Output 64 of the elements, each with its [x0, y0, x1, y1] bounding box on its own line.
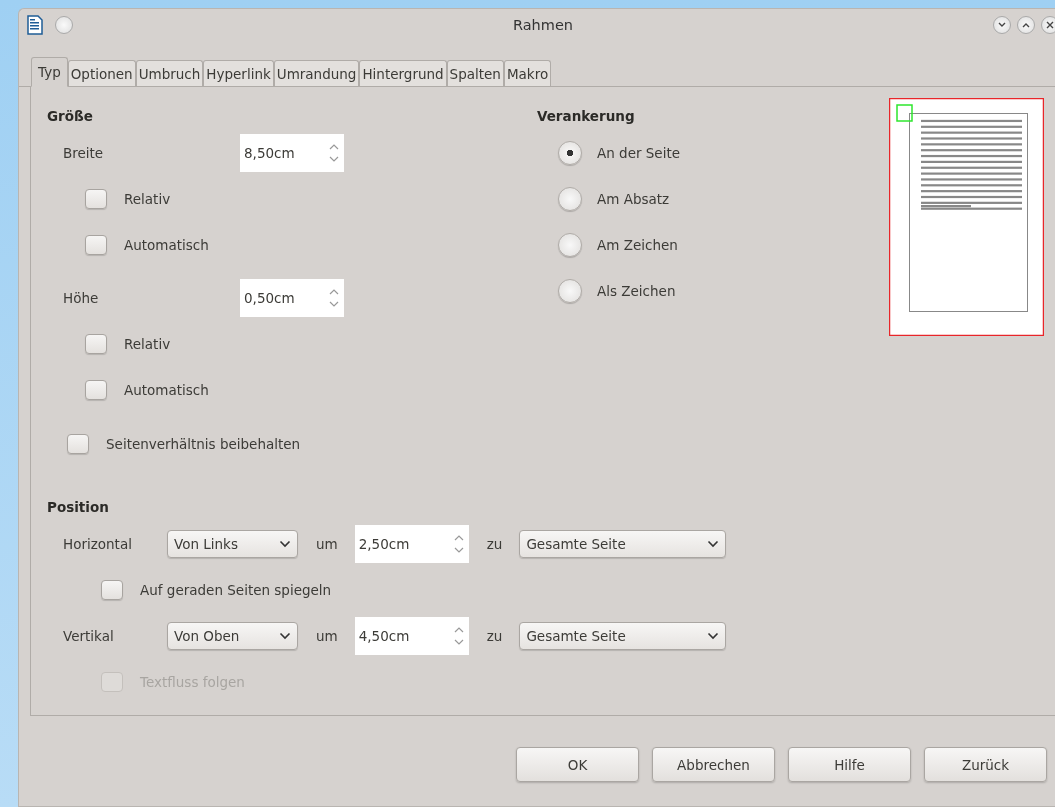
field-label: um — [316, 536, 338, 552]
caret-icon — [279, 632, 291, 640]
checkbox[interactable] — [85, 235, 107, 255]
minimize-button[interactable] — [993, 16, 1011, 34]
dropdown[interactable]: Gesamte Seite — [519, 530, 727, 558]
window-menu-button[interactable] — [55, 16, 73, 34]
document-icon — [27, 15, 43, 35]
chevron-up-icon — [1022, 22, 1030, 28]
tab[interactable]: Hintergrund — [359, 60, 447, 86]
checkbox[interactable] — [101, 580, 123, 600]
section-heading: Größe — [47, 107, 94, 126]
tab[interactable]: Hyperlink — [203, 60, 274, 86]
section-heading: Verankerung — [537, 107, 636, 126]
spin-field[interactable]: 0,50cm — [240, 279, 344, 317]
dropdown[interactable]: Von Links — [167, 530, 298, 558]
caret-icon — [707, 540, 720, 548]
close-icon — [1046, 21, 1054, 29]
field-label: Vertikal — [63, 628, 115, 644]
checkbox[interactable] — [85, 189, 107, 209]
spin-field[interactable]: 4,50cm — [354, 617, 469, 655]
chevron-down-icon — [998, 22, 1006, 28]
tab[interactable]: Umrandung — [273, 60, 360, 86]
dialog-button[interactable]: Abbrechen — [652, 747, 775, 782]
spin-field[interactable]: 8,50cm — [240, 134, 344, 172]
checkbox[interactable] — [85, 380, 107, 400]
checkbox-label: Relativ — [124, 336, 171, 352]
radio-label: Am Zeichen — [597, 237, 678, 253]
maximize-button[interactable] — [1017, 16, 1035, 34]
dialog-button[interactable]: Zurück — [924, 747, 1047, 782]
field-label: zu — [486, 536, 503, 552]
field-label: um — [316, 628, 338, 644]
caret-icon — [279, 540, 291, 548]
checkbox-label: Seitenverhältnis beibehalten — [106, 436, 301, 452]
tab[interactable]: Makro — [503, 60, 552, 86]
radio-button[interactable] — [558, 141, 582, 165]
spin-field[interactable]: 2,50cm — [354, 525, 469, 563]
radio-label: Am Absatz — [597, 191, 670, 207]
radio-button[interactable] — [558, 233, 582, 257]
dialog-button[interactable]: OK — [516, 747, 639, 782]
tab[interactable]: Typ — [31, 57, 68, 87]
close-button[interactable] — [1041, 16, 1055, 34]
radio-button[interactable] — [558, 187, 582, 211]
tab[interactable]: Umbruch — [135, 60, 204, 86]
section-heading: Position — [47, 498, 110, 517]
checkbox[interactable] — [85, 334, 107, 354]
radio-label: Als Zeichen — [597, 283, 676, 299]
radio-button[interactable] — [558, 279, 582, 303]
checkbox-label: Automatisch — [124, 237, 209, 253]
field-label: zu — [486, 628, 503, 644]
field-label: Horizontal — [63, 536, 133, 552]
field-label: Breite — [63, 145, 105, 161]
dropdown[interactable]: Gesamte Seite — [519, 622, 727, 650]
radio-label: An der Seite — [597, 145, 681, 161]
window-title: Rahmen — [511, 17, 575, 33]
dialog-button[interactable]: Hilfe — [788, 747, 911, 782]
tab[interactable]: Spalten — [446, 60, 504, 86]
checkbox-label: Relativ — [124, 191, 171, 207]
checkbox-label: Auf geraden Seiten spiegeln — [140, 582, 332, 598]
field-label: Höhe — [63, 290, 100, 306]
checkbox[interactable] — [67, 434, 89, 454]
caret-icon — [707, 632, 720, 640]
dropdown[interactable]: Von Oben — [167, 622, 298, 650]
tab[interactable]: Optionen — [67, 60, 136, 86]
checkbox-label: Automatisch — [124, 382, 209, 398]
